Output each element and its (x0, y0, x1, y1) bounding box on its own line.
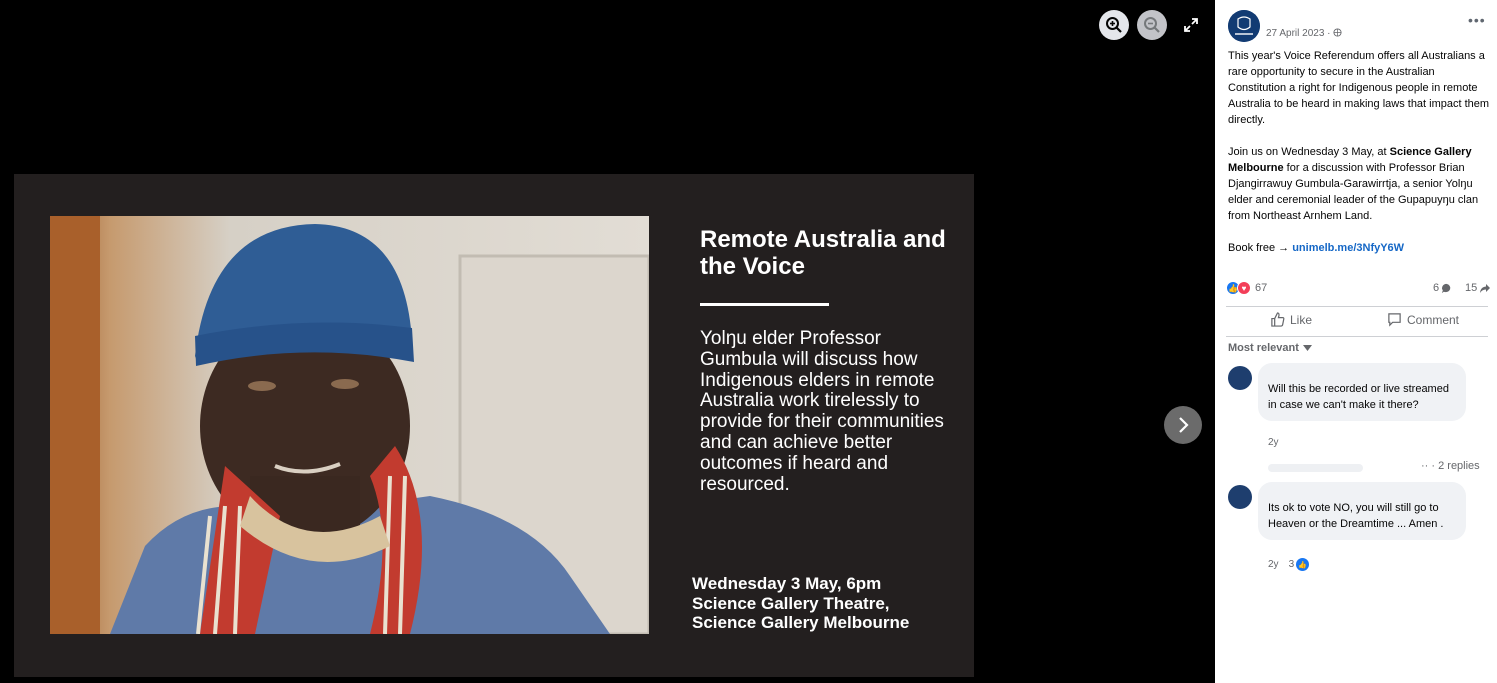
zoom-in-icon (1106, 17, 1122, 33)
post-text: This year's Voice Referendum offers all … (1228, 48, 1493, 272)
booking-link[interactable]: unimelb.me/3NfyY6W (1292, 242, 1404, 254)
divider (1226, 306, 1488, 307)
comment-meta: 2y 3 👍 (1268, 558, 1310, 571)
comment-like-count[interactable]: 3 👍 (1289, 558, 1310, 571)
caret-down-icon (1302, 345, 1312, 351)
comment-bubble: Its ok to vote NO, you will still go to … (1258, 482, 1466, 540)
post-paragraph-3: Book free → unimelb.me/3NfyY6W (1228, 242, 1405, 254)
slide-title: Remote Australia and the Voice (700, 226, 946, 280)
reaction-summary[interactable]: 👍 ♥ 67 (1226, 281, 1267, 295)
comment-count[interactable]: 6 (1433, 282, 1452, 294)
fullscreen-icon (1184, 18, 1198, 32)
photo-viewer: Remote Australia and the Voice Yolŋu eld… (0, 0, 1215, 683)
love-reaction-icon: ♥ (1237, 281, 1251, 295)
post-timestamp[interactable]: 27 April 2023 · (1266, 28, 1342, 39)
comment-icon (1388, 313, 1401, 327)
comment-time[interactable]: 2y (1268, 559, 1279, 570)
like-reaction-icon: 👍 (1296, 558, 1310, 571)
zoom-out-button[interactable] (1137, 10, 1167, 40)
page-avatar[interactable] (1228, 10, 1260, 42)
share-count[interactable]: 15 (1465, 282, 1491, 294)
divider (1226, 336, 1488, 337)
globe-icon (1333, 28, 1342, 37)
fullscreen-button[interactable] (1176, 10, 1206, 40)
thumbs-up-icon (1271, 312, 1285, 327)
event-date: Wednesday 3 May, 6pm (692, 574, 882, 593)
event-venue: Science Gallery Theatre, (692, 593, 890, 613)
more-options-button[interactable]: ••• (1468, 12, 1486, 28)
post-paragraph-1: This year's Voice Referendum offers all … (1228, 50, 1490, 126)
elder-portrait-image (50, 216, 649, 634)
commenter-avatar[interactable] (1228, 366, 1252, 390)
comment-text: Its ok to vote NO, you will still go to … (1268, 502, 1444, 530)
commenter-avatar[interactable] (1228, 485, 1252, 509)
post-paragraph-2: Join us on Wednesday 3 May, at Science G… (1228, 146, 1479, 222)
comment-button[interactable]: Comment (1387, 312, 1459, 327)
comment-text: Will this be recorded or live streamed i… (1268, 383, 1449, 411)
view-replies-link[interactable]: ·· · 2 replies (1421, 460, 1480, 472)
zoom-in-button[interactable] (1099, 10, 1129, 40)
comment-time[interactable]: 2y (1268, 437, 1279, 448)
zoom-out-icon (1144, 17, 1160, 33)
comment-meta: 2y (1268, 437, 1279, 448)
post-panel: 27 April 2023 · ••• This year's Voice Re… (1215, 0, 1497, 683)
reaction-count: 67 (1255, 282, 1268, 294)
comment-sort-dropdown[interactable]: Most relevant (1228, 342, 1312, 354)
event-slide: Remote Australia and the Voice Yolŋu eld… (14, 174, 974, 677)
share-arrow-icon (1480, 283, 1491, 293)
slide-event-details: Wednesday 3 May, 6pm Science Gallery The… (692, 574, 962, 633)
next-photo-button[interactable] (1164, 406, 1202, 444)
event-location: Science Gallery Melbourne (692, 613, 910, 632)
comment-bubble-icon (1442, 283, 1451, 293)
like-button[interactable]: Like (1270, 312, 1312, 327)
chevron-right-icon (1179, 417, 1189, 433)
comment-bubble: Will this be recorded or live streamed i… (1258, 363, 1466, 421)
reply-author-redacted (1268, 464, 1363, 472)
slide-description: Yolŋu elder Professor Gumbula will discu… (700, 328, 944, 495)
slide-divider (700, 303, 829, 306)
